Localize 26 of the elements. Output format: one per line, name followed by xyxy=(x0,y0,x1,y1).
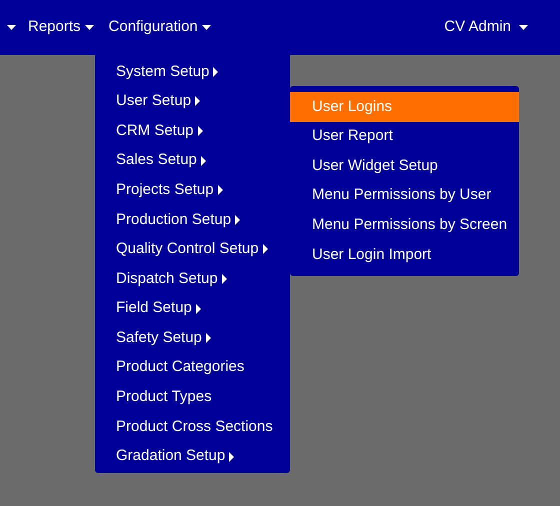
submenu-item[interactable]: User Report xyxy=(290,122,519,152)
menu-item[interactable]: System Setup xyxy=(95,57,290,87)
submenu-item[interactable]: Menu Permissions by User xyxy=(290,180,519,210)
submenu-item[interactable]: User Login Import xyxy=(290,240,519,270)
menu-item[interactable]: Gradation Setup xyxy=(95,442,290,472)
menu-item[interactable]: Production Setup xyxy=(95,204,290,235)
caret-icon xyxy=(519,25,528,30)
user-menu[interactable]: CV Admin xyxy=(444,16,528,39)
menu-item[interactable]: CRM Setup xyxy=(95,116,290,146)
submenu-item[interactable]: User Widget Setup xyxy=(290,151,519,181)
menu-item[interactable]: Quality Control Setup xyxy=(95,234,290,264)
menu-item[interactable]: User Setup xyxy=(95,86,290,116)
menu-item[interactable]: Safety Setup xyxy=(95,323,290,353)
nav-menu[interactable]: Configuration xyxy=(108,16,211,39)
menu-item[interactable]: Product Categories xyxy=(95,352,290,383)
menu-item[interactable]: Dispatch Setup xyxy=(95,264,290,294)
nav-menu[interactable]: Reports xyxy=(28,16,94,39)
caret-icon xyxy=(202,25,211,30)
menu-item[interactable]: Product Cross Sections xyxy=(95,412,290,442)
menu-item[interactable]: Field Setup xyxy=(95,294,290,324)
caret-icon xyxy=(84,25,94,30)
submenu-item[interactable]: Menu Permissions by Screen xyxy=(290,210,519,240)
menu-item[interactable]: Sales Setup xyxy=(95,146,290,176)
menu-item[interactable]: Product Types xyxy=(95,382,290,412)
menu-item[interactable]: Projects Setup xyxy=(95,175,290,205)
caret-icon xyxy=(7,25,16,30)
